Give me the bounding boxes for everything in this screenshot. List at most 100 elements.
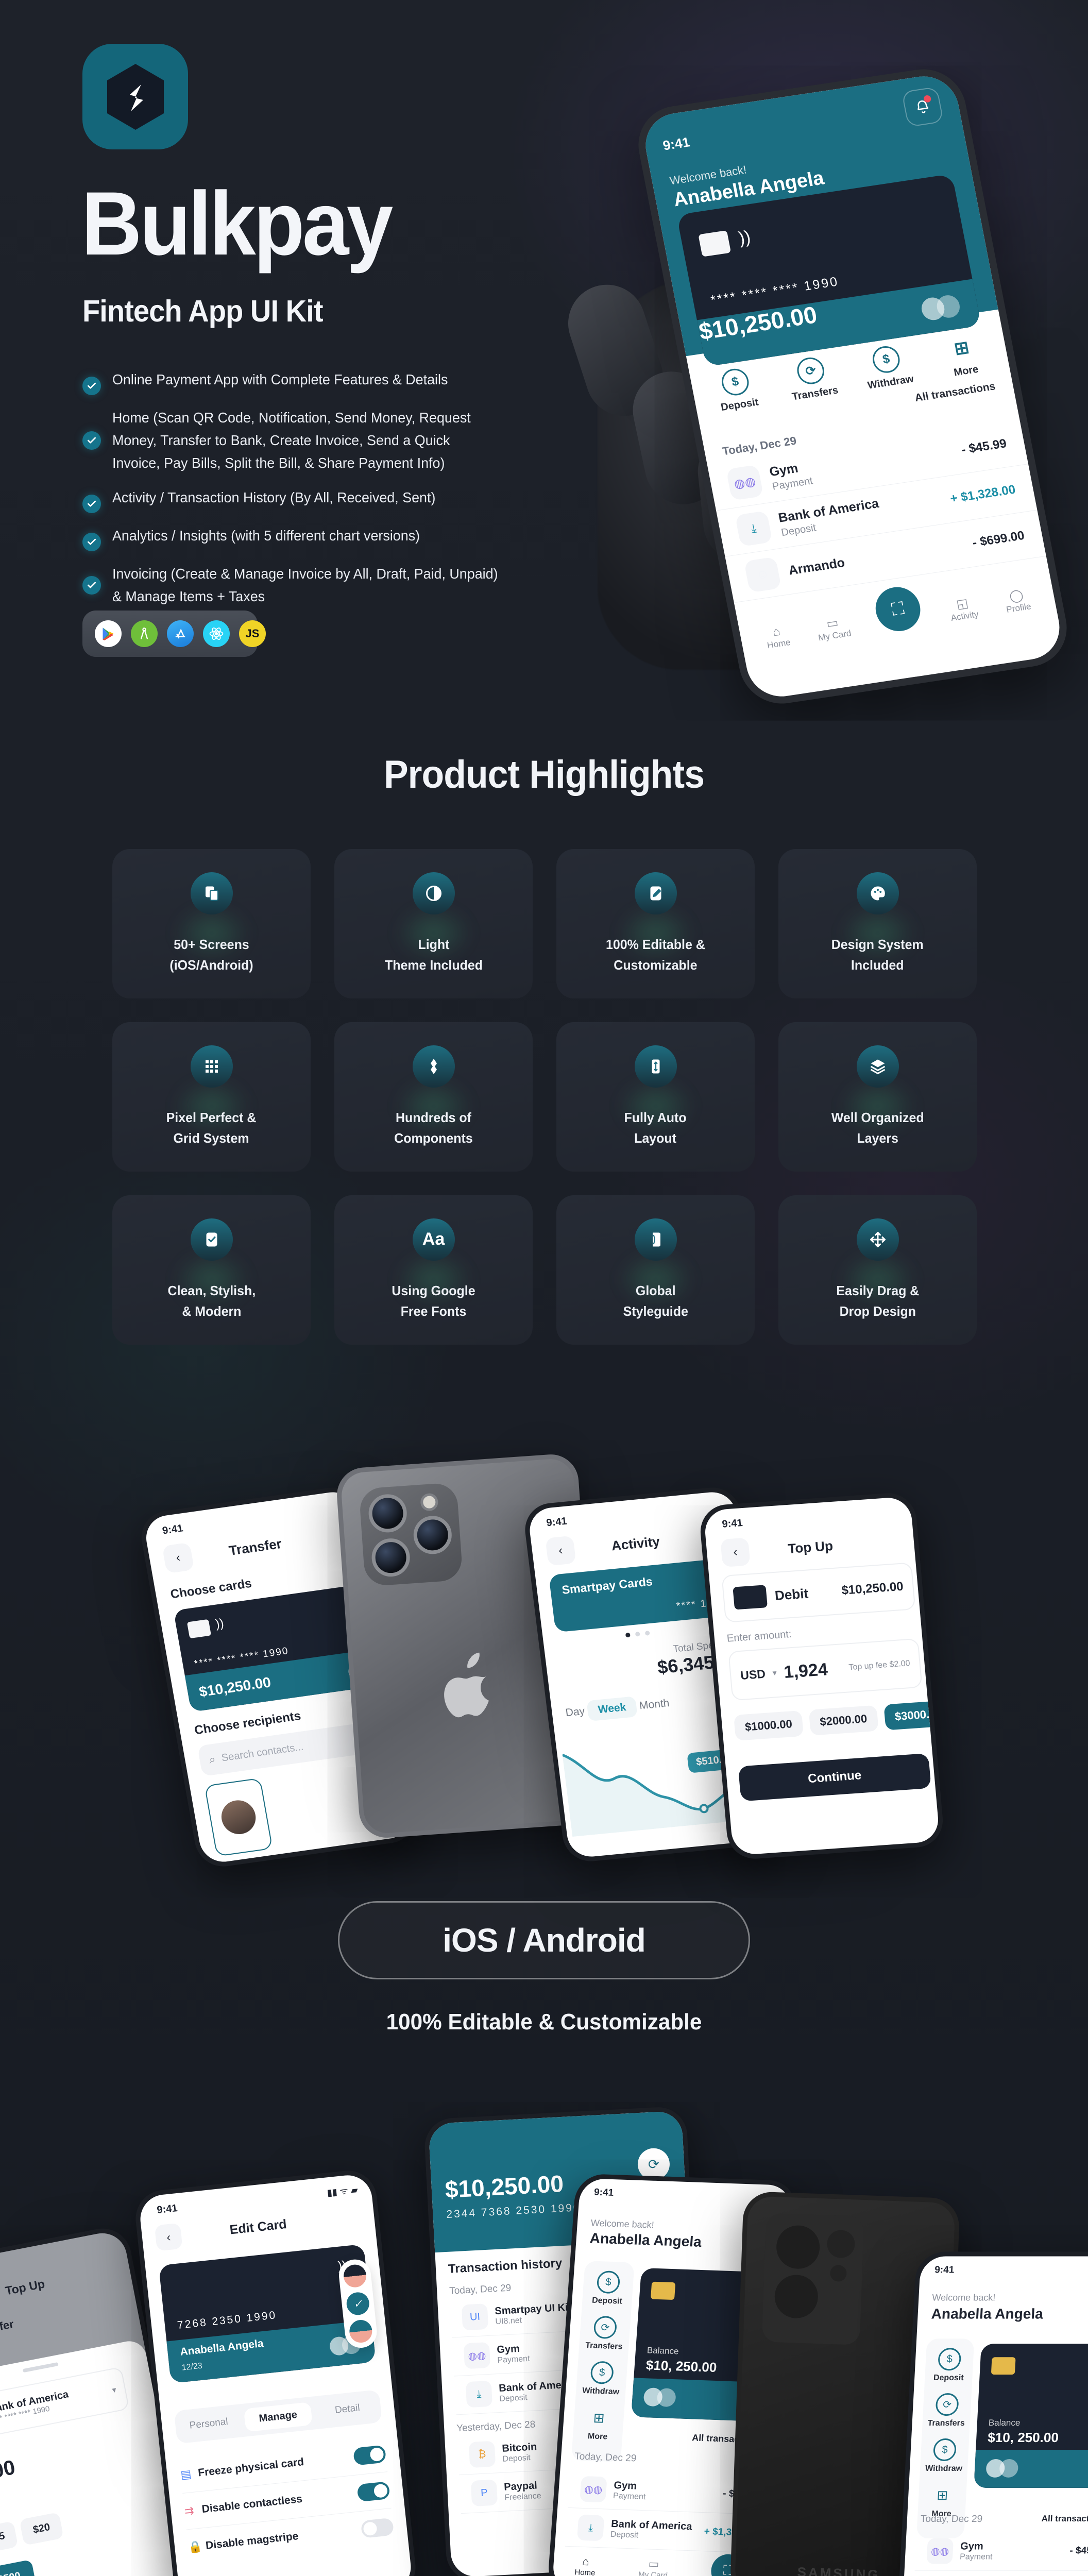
quick-amount[interactable]: $2000.00 xyxy=(808,1705,879,1736)
card-line-2: (iOS/Android) xyxy=(169,957,253,973)
action-withdraw[interactable]: $ Withdraw xyxy=(920,2438,970,2473)
scan-icon[interactable]: ⛶ xyxy=(872,584,924,634)
action-transfers[interactable]: ⟳ Transfers xyxy=(922,2393,972,2428)
card-number: 7268 2350 1990 xyxy=(177,2309,278,2332)
home-icon: ⌂ xyxy=(582,2554,590,2568)
action-deposit[interactable]: $ Deposit xyxy=(702,364,772,415)
highlight-card-editable[interactable]: 100% Editable & Customizable xyxy=(556,849,755,998)
action-label: More xyxy=(953,363,980,379)
table-row[interactable]: ⤓ Bank of AmericaDeposit + $1,328.00 xyxy=(912,2570,1088,2576)
figma-compass-icon[interactable] xyxy=(131,620,158,647)
os-badge[interactable]: iOS / Android xyxy=(338,1901,750,1979)
toggle-switch[interactable] xyxy=(360,2517,395,2538)
card-chip-icon xyxy=(650,2281,676,2300)
bank-selector[interactable]: Bank of America **** **** **** 1990 ▾ xyxy=(0,2366,130,2443)
carousel-dots[interactable] xyxy=(625,1631,650,1638)
card-line-1: Light xyxy=(417,936,449,952)
notification-bell-icon[interactable] xyxy=(901,86,944,127)
transaction-title: Gym xyxy=(960,2540,984,2552)
action-more[interactable]: ⊞ More xyxy=(572,2405,624,2442)
highlight-card-drag-drop[interactable]: Easily Drag & Drop Design xyxy=(778,1195,977,1345)
action-label: Withdraw xyxy=(582,2386,620,2397)
more-grid-icon: ⊞ xyxy=(592,2410,605,2426)
recipient-avatar[interactable] xyxy=(204,1777,273,1857)
sheet-handle[interactable] xyxy=(22,2362,59,2373)
segment-week[interactable]: Week xyxy=(586,1696,638,1722)
javascript-icon[interactable]: JS xyxy=(239,620,266,647)
card-line-1: Easily Drag & xyxy=(836,1282,919,1298)
action-withdraw[interactable]: $ Withdraw xyxy=(853,342,923,393)
action-label: Transfers xyxy=(927,2419,965,2428)
action-transfers[interactable]: ⟳ Transfers xyxy=(579,2315,631,2352)
quick-amount[interactable]: $15 xyxy=(0,2521,19,2554)
action-transfers[interactable]: ⟳ Transfers xyxy=(777,353,847,404)
quick-amount[interactable]: $20 xyxy=(19,2512,64,2546)
balance-label: Balance xyxy=(647,2345,679,2357)
react-icon[interactable] xyxy=(203,620,230,647)
withdraw-icon: $ xyxy=(932,2438,957,2461)
action-withdraw[interactable]: $ Withdraw xyxy=(576,2361,628,2397)
payment-card[interactable]: Balance $10, 250.00 ◎ xyxy=(974,2344,1088,2488)
highlight-card-screens[interactable]: 50+ Screens (iOS/Android) xyxy=(112,849,311,998)
toggle-switch[interactable] xyxy=(356,2481,390,2502)
mastercard-icon xyxy=(985,2459,1023,2478)
highlight-card-styleguide[interactable]: Global Styleguide xyxy=(556,1195,755,1345)
highlight-card-layers[interactable]: Well Organized Layers xyxy=(778,1022,977,1172)
card-selector[interactable]: Debit $10,250.00 xyxy=(721,1562,916,1623)
quick-amount-active[interactable]: $3000.00 xyxy=(883,1700,940,1731)
nav-my-card[interactable]: ▭ My Card xyxy=(638,2556,669,2576)
all-transactions-link[interactable]: All transactions xyxy=(1041,2514,1088,2524)
highlight-card-clean[interactable]: Clean, Stylish, & Modern xyxy=(112,1195,311,1345)
camera-lens xyxy=(774,2274,819,2319)
setting-label: Freeze physical card xyxy=(197,2456,305,2479)
action-more[interactable]: ⊞ More xyxy=(928,331,998,382)
tab-detail[interactable]: Detail xyxy=(314,2400,381,2418)
action-deposit[interactable]: $ Deposit xyxy=(582,2270,634,2307)
period-segment-control[interactable]: Day Week Month xyxy=(564,1693,670,1723)
showcase-section: 9:41 ‹ Transfer Choose cards )) **** ***… xyxy=(121,1432,966,1870)
amount-input[interactable]: USD ▾ 1,924 Top up fee $2.00 xyxy=(728,1638,923,1701)
action-label: Withdraw xyxy=(866,373,915,392)
styleguide-icon xyxy=(634,1218,677,1261)
continue-button[interactable]: Continue xyxy=(738,1753,931,1802)
contactless-icon: )) xyxy=(737,227,753,248)
feature-item: Analytics / Insights (with 5 different c… xyxy=(82,524,515,551)
check-icon xyxy=(82,377,101,395)
transaction-sub: Payment xyxy=(959,2552,993,2562)
avatar xyxy=(218,1798,259,1837)
nav-activity[interactable]: ◱ Activity xyxy=(947,595,980,623)
segment-month[interactable]: Month xyxy=(639,1697,670,1712)
contactless-icon: ⇉ xyxy=(183,2503,195,2518)
tab-manage[interactable]: Manage xyxy=(244,2401,313,2432)
table-row[interactable]: ◍◍ GymPayment - $45.99 xyxy=(914,2532,1088,2571)
quick-amount-active[interactable]: $500 xyxy=(0,2559,37,2576)
nav-home[interactable]: ⌂ Home xyxy=(574,2554,597,2576)
contactless-icon: )) xyxy=(214,1616,225,1631)
segment-day[interactable]: Day xyxy=(565,1705,585,1719)
toggle-switch[interactable] xyxy=(352,2445,387,2466)
card-line-2: & Modern xyxy=(181,1303,242,1319)
color-swatch[interactable] xyxy=(348,2318,373,2344)
app-store-icon[interactable] xyxy=(167,620,194,647)
tab-personal[interactable]: Personal xyxy=(175,2415,243,2433)
gym-icon: ◍◍ xyxy=(463,2342,491,2369)
highlight-card-grid[interactable]: Pixel Perfect & Grid System xyxy=(112,1022,311,1172)
highlight-card-components[interactable]: Hundreds of Components xyxy=(334,1022,533,1172)
highlight-card-design-system[interactable]: Design System Included xyxy=(778,849,977,998)
nav-home[interactable]: ⌂ Home xyxy=(763,623,792,651)
color-swatch-selected[interactable]: ✓ xyxy=(345,2291,370,2316)
page-title: Bulkpay xyxy=(81,174,393,274)
gym-icon: ◍◍ xyxy=(580,2476,607,2503)
nav-profile[interactable]: ◯ Profile xyxy=(1002,587,1032,615)
edit-card-screen: 9:41 ▮▮ ᯤ ▰ ‹ Edit Card )) 7268 2350 199… xyxy=(138,2173,414,2576)
highlight-card-auto-layout[interactable]: Fully Auto Layout xyxy=(556,1022,755,1172)
action-deposit[interactable]: $ Deposit xyxy=(925,2348,974,2383)
currency-select[interactable]: USD xyxy=(740,1667,766,1682)
color-swatch[interactable] xyxy=(342,2263,368,2289)
google-play-icon[interactable] xyxy=(95,620,122,647)
highlight-card-light-theme[interactable]: Light Theme Included xyxy=(334,849,533,998)
nav-my-card[interactable]: ▭ My Card xyxy=(814,614,852,643)
highlight-card-fonts[interactable]: Aa Using Google Free Fonts xyxy=(334,1195,533,1345)
palette-icon xyxy=(856,872,899,914)
quick-amount[interactable]: $1000.00 xyxy=(733,1710,804,1741)
